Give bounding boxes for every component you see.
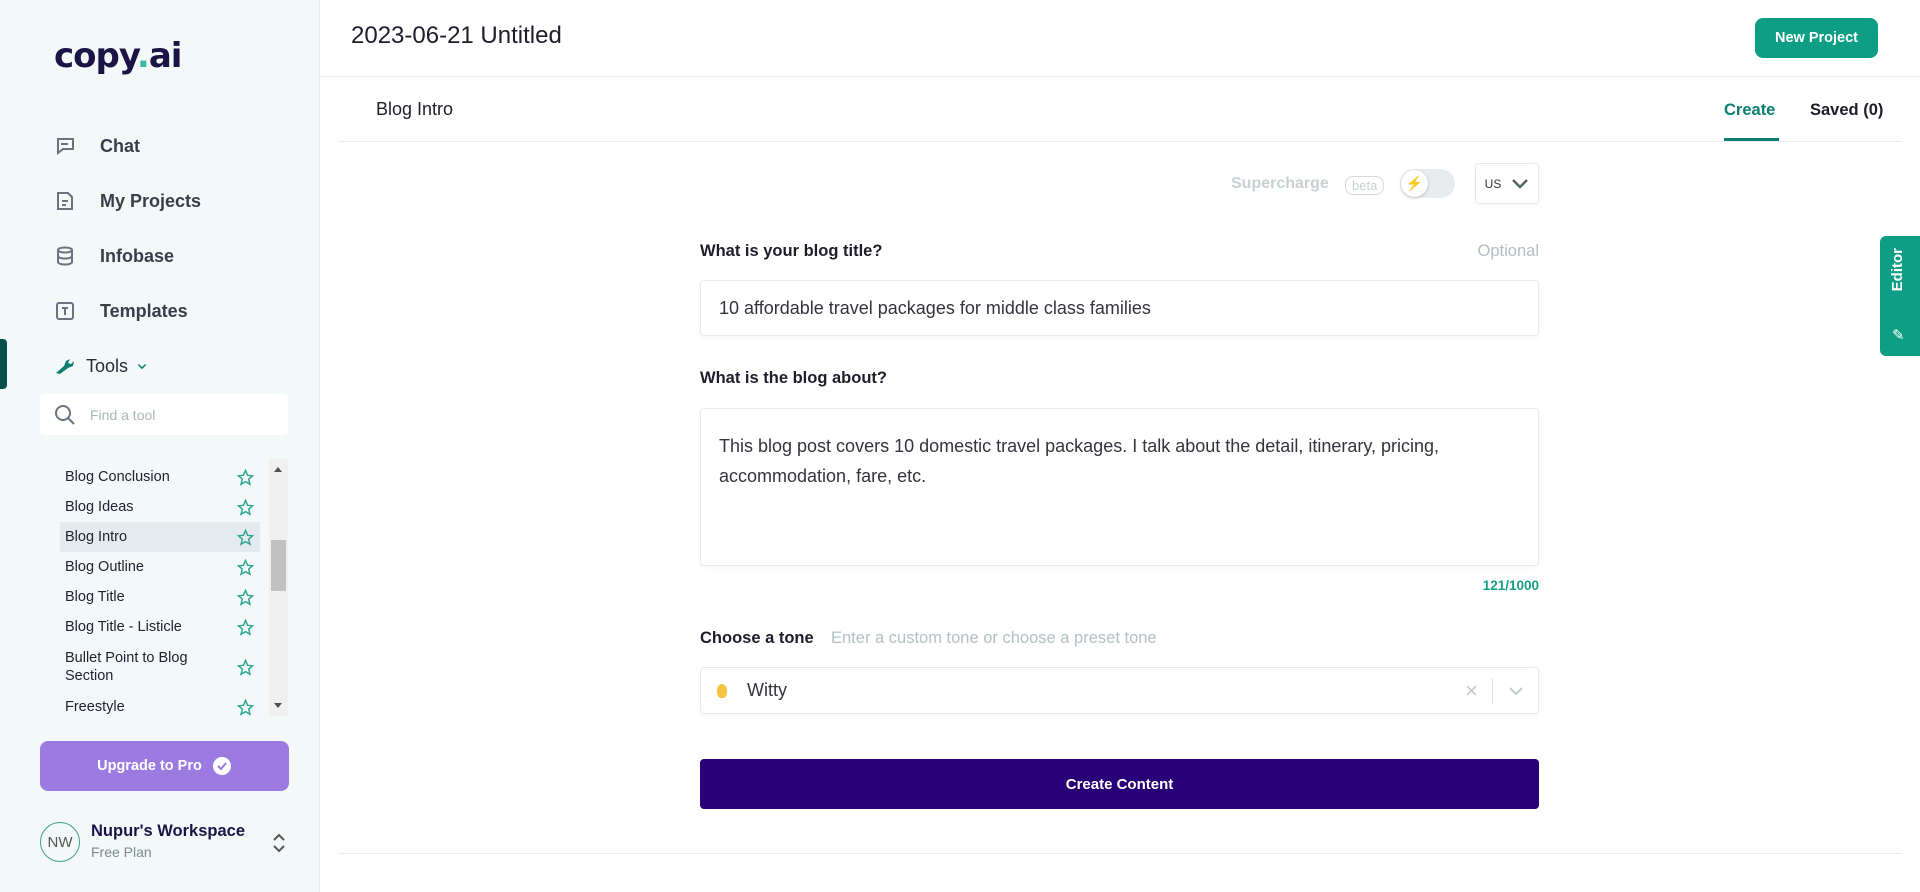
scroll-down-icon[interactable] — [274, 703, 282, 708]
optional-label: Optional — [1477, 242, 1539, 260]
blog-title-label: What is your blog title? — [700, 242, 883, 260]
divider — [339, 853, 1902, 854]
tab-create[interactable]: Create — [1724, 101, 1775, 120]
nav-label: Templates — [100, 300, 188, 321]
database-icon — [57, 246, 73, 266]
lightning-icon: ⚡ — [1401, 170, 1428, 197]
document-icon — [57, 192, 73, 210]
nav-label: Infobase — [100, 245, 175, 266]
new-project-button[interactable]: New Project — [1755, 18, 1878, 58]
pencil-icon: ✎ — [1892, 327, 1905, 344]
chevron-down-icon — [137, 364, 147, 370]
star-icon[interactable] — [237, 698, 254, 716]
star-icon[interactable] — [237, 498, 254, 516]
tool-item[interactable]: Blog Outline — [60, 552, 260, 582]
tool-name: Blog Outline — [65, 559, 144, 575]
tool-item[interactable]: Blog Conclusion — [60, 462, 260, 492]
tone-hint: Enter a custom tone or choose a preset t… — [831, 629, 1157, 647]
tone-label: Choose a tone — [700, 629, 814, 647]
scrollbar-thumb[interactable] — [271, 540, 286, 591]
tool-item[interactable]: Blog Title — [60, 582, 260, 612]
supercharge-label: Supercharge — [1231, 175, 1329, 192]
verified-badge-icon — [212, 757, 231, 775]
tab-saved[interactable]: Saved (0) — [1810, 101, 1883, 120]
project-title[interactable]: 2023-06-21 Untitled — [351, 22, 562, 50]
upgrade-button[interactable]: Upgrade to Pro — [40, 741, 289, 791]
separator — [1492, 679, 1493, 704]
supercharge-toggle[interactable]: ⚡ — [1400, 169, 1455, 198]
nav-label: Tools — [86, 355, 129, 376]
star-icon[interactable] — [237, 588, 254, 606]
tool-name: Blog Title - Listicle — [65, 619, 182, 635]
language-value: US — [1484, 176, 1502, 191]
wrench-icon — [56, 359, 74, 374]
tone-value: Witty — [747, 680, 787, 700]
nav-my-projects[interactable]: My Projects — [54, 184, 201, 218]
blog-about-textarea[interactable]: This blog post covers 10 domestic travel… — [700, 408, 1539, 566]
tool-name: Blog Ideas — [65, 499, 134, 515]
workspace-name: Nupur's Workspace — [91, 822, 245, 840]
star-icon[interactable] — [237, 618, 254, 636]
chevron-down-icon[interactable] — [1508, 686, 1524, 696]
workspace-plan: Free Plan — [91, 844, 152, 860]
scroll-up-icon[interactable] — [274, 467, 282, 472]
upgrade-label: Upgrade to Pro — [97, 758, 202, 774]
tool-name: Blog Intro — [65, 529, 128, 545]
chevron-updown-icon[interactable] — [270, 830, 288, 856]
workspace-switcher[interactable]: Nupur's Workspace Free Plan — [91, 822, 245, 860]
tool-name: Blog Intro — [376, 99, 454, 119]
avatar[interactable]: NW — [40, 822, 80, 862]
language-select[interactable]: US — [1475, 163, 1539, 204]
nav-tools[interactable]: Tools — [54, 349, 174, 383]
search-input[interactable]: Find a tool — [90, 407, 155, 423]
chat-icon — [57, 138, 74, 156]
nav-infobase[interactable]: Infobase — [54, 239, 174, 273]
tool-item[interactable]: Freestyle — [60, 692, 260, 722]
tool-item[interactable]: Blog Intro — [60, 522, 260, 552]
star-icon[interactable] — [237, 528, 254, 546]
tool-list: Blog Conclusion Blog Ideas Blog Intro Blog … — [60, 462, 260, 722]
tool-item[interactable]: Blog Title - Listicle — [60, 612, 260, 642]
editor-label: Editor — [1889, 248, 1906, 292]
nav-label: Chat — [100, 135, 140, 156]
tool-name: Bullet Point to Blog Section — [65, 650, 188, 684]
tool-name: Blog Title — [65, 589, 125, 605]
tone-select[interactable]: Witty × — [700, 667, 1539, 714]
star-icon[interactable] — [237, 558, 254, 576]
chevron-down-icon — [1512, 178, 1529, 189]
tool-item[interactable]: Bullet Point to Blog Section — [60, 642, 260, 692]
nav-chat[interactable]: Chat — [54, 129, 140, 163]
divider — [339, 141, 1902, 142]
star-icon[interactable] — [237, 468, 254, 486]
lightbulb-icon — [717, 683, 727, 698]
character-counter: 121/1000 — [1482, 578, 1539, 593]
tool-name: Freestyle — [65, 699, 125, 715]
tool-name: Blog Conclusion — [65, 469, 170, 485]
clear-icon[interactable]: × — [1465, 678, 1478, 704]
copy-ai-logo[interactable]: copy.ai — [54, 36, 182, 76]
beta-badge: beta — [1345, 176, 1385, 195]
create-content-button[interactable]: Create Content — [700, 759, 1539, 809]
editor-tab[interactable]: Editor ✎ — [1880, 236, 1920, 356]
blog-title-input[interactable]: 10 affordable travel packages for middle… — [700, 280, 1539, 336]
active-indicator — [0, 339, 7, 389]
nav-label: My Projects — [100, 190, 202, 211]
template-icon — [56, 302, 74, 320]
tool-search[interactable]: Find a tool — [40, 394, 288, 435]
search-icon — [55, 404, 75, 425]
star-icon[interactable] — [237, 658, 254, 676]
blog-about-label: What is the blog about? — [700, 369, 887, 387]
sidebar: copy.ai Chat My Projects Infobase Templa… — [0, 0, 320, 892]
tool-item[interactable]: Blog Ideas — [60, 492, 260, 522]
nav-templates[interactable]: Templates — [54, 294, 188, 328]
